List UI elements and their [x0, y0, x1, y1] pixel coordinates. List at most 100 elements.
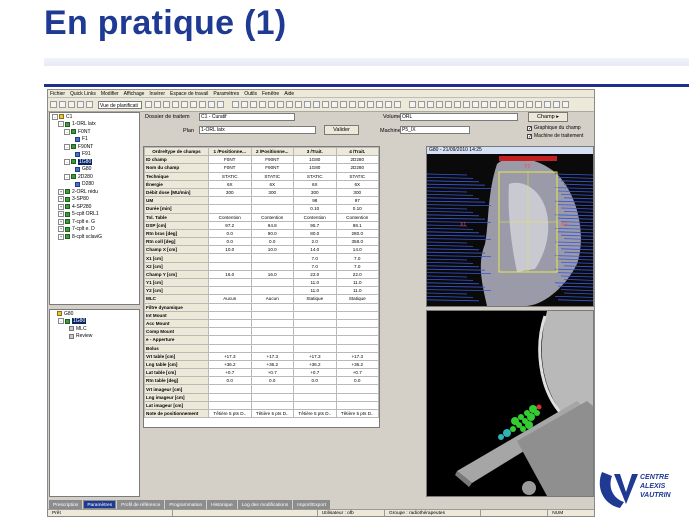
toolbar-tool-icon[interactable]	[481, 101, 488, 108]
column-header[interactable]: 3 /Trait.	[293, 147, 337, 157]
machine-field[interactable]: P5_IX	[400, 126, 470, 134]
table-cell[interactable]: 22.0	[335, 269, 379, 280]
tree-item[interactable]: +2-ORL rédu	[50, 188, 139, 196]
table-cell[interactable]: 0.0	[250, 376, 294, 386]
table-cell[interactable]	[250, 343, 294, 353]
menu-item[interactable]: Fichier	[50, 91, 65, 97]
table-cell[interactable]: 16.0	[208, 269, 252, 280]
open-icon[interactable]	[59, 101, 66, 108]
table-cell[interactable]: 6X	[208, 179, 252, 189]
toolbar-tool-icon[interactable]	[367, 101, 374, 108]
tree-item[interactable]: - C1	[50, 113, 139, 121]
table-cell[interactable]: 7.0	[293, 253, 337, 263]
table-cell[interactable]	[208, 392, 252, 402]
table-cell[interactable]: +36.2	[335, 359, 379, 370]
table-cell[interactable]	[335, 343, 379, 353]
toolbar-tool-icon[interactable]	[445, 101, 452, 108]
table-cell[interactable]: 2D280	[335, 155, 379, 165]
toolbar-tool-icon[interactable]	[535, 101, 542, 108]
toolbar-tool-icon[interactable]	[163, 101, 170, 108]
table-cell[interactable]	[250, 335, 294, 345]
table-cell[interactable]	[208, 277, 252, 288]
table-cell[interactable]: 280.0	[335, 228, 379, 239]
tree-item[interactable]: - F0NT	[50, 128, 139, 136]
column-header[interactable]: Ordre/type de champs	[144, 147, 209, 157]
plan-select[interactable]: 1-ORL latx	[199, 126, 316, 134]
menu-item[interactable]: Fenêtre	[262, 91, 279, 97]
table-cell[interactable]	[250, 277, 294, 288]
table-cell[interactable]: 0.0	[208, 376, 252, 386]
table-cell[interactable]	[208, 327, 252, 337]
table-cell[interactable]: 6X	[335, 179, 379, 189]
table-cell[interactable]: +17.3	[208, 351, 252, 361]
table-cell[interactable]	[335, 302, 379, 312]
toolbar-tool-icon[interactable]	[181, 101, 188, 108]
table-cell[interactable]: Aucun	[250, 294, 294, 304]
table-cell[interactable]	[250, 310, 294, 320]
tree-item[interactable]: +3-SP80	[50, 196, 139, 204]
table-cell[interactable]: 97	[335, 196, 379, 206]
toolbar-tool-icon[interactable]	[454, 101, 461, 108]
toolbar-tool-icon[interactable]	[217, 101, 224, 108]
table-cell[interactable]: 11.0	[293, 286, 337, 296]
toolbar-tool-icon[interactable]	[349, 101, 356, 108]
view-select[interactable]: Vue de planificati	[98, 100, 142, 109]
table-cell[interactable]: 11.0	[293, 277, 337, 288]
volume-field[interactable]: ORL	[400, 113, 518, 121]
table-cell[interactable]: F90NT	[250, 155, 294, 165]
table-cell[interactable]	[208, 318, 252, 329]
table-cell[interactable]: STATIC	[250, 171, 294, 181]
tree-item[interactable]: +7-cplt e. D	[50, 226, 139, 234]
menu-item[interactable]: Espace de travail	[170, 91, 208, 97]
tree-item[interactable]: - 1G80	[50, 318, 139, 326]
menu-item[interactable]: Quick Links	[70, 91, 96, 97]
toolbar-tool-icon[interactable]	[490, 101, 497, 108]
tree-item[interactable]: - 1G80	[50, 158, 139, 166]
table-cell[interactable]	[208, 253, 252, 263]
tree-item[interactable]: F1	[50, 136, 139, 144]
toolbar-tool-icon[interactable]	[331, 101, 338, 108]
tree-item[interactable]: F91	[50, 151, 139, 159]
table-cell[interactable]: Têtière 5 pts D..	[208, 408, 252, 419]
toolbar-tool-icon[interactable]	[463, 101, 470, 108]
table-cell[interactable]: 0.0	[293, 376, 337, 386]
table-cell[interactable]	[208, 196, 252, 206]
table-cell[interactable]: 80.0	[293, 228, 337, 239]
table-cell[interactable]: 98	[293, 196, 337, 206]
table-cell[interactable]: 7.0	[335, 253, 379, 263]
toolbar-tool-icon[interactable]	[154, 101, 161, 108]
toolbar-tool-icon[interactable]	[340, 101, 347, 108]
table-cell[interactable]: 94.8	[250, 220, 294, 230]
table-cell[interactable]: 300	[335, 187, 379, 198]
table-cell[interactable]	[208, 286, 252, 296]
table-cell[interactable]: +0.7	[208, 368, 252, 378]
table-cell[interactable]: 22.0	[293, 269, 337, 280]
table-cell[interactable]	[293, 302, 337, 312]
tab[interactable]: Profil de référence	[117, 500, 165, 509]
expand-icon[interactable]: +	[58, 196, 64, 203]
table-cell[interactable]	[293, 392, 337, 402]
tree-item[interactable]: +4-SP280	[50, 203, 139, 211]
table-cell[interactable]: Statique	[335, 294, 379, 304]
toolbar-tool-icon[interactable]	[322, 101, 329, 108]
table-cell[interactable]: +36.2	[293, 359, 337, 370]
table-cell[interactable]	[293, 400, 337, 411]
table-cell[interactable]	[250, 392, 294, 402]
table-cell[interactable]	[208, 335, 252, 345]
table-cell[interactable]: 0.0	[208, 228, 252, 239]
toolbar-tool-icon[interactable]	[295, 101, 302, 108]
tab[interactable]: Historique	[207, 500, 237, 509]
table-cell[interactable]: +0.7	[293, 368, 337, 378]
tree-item[interactable]: +7-cplt e. G	[50, 218, 139, 226]
table-cell[interactable]: +17.3	[250, 351, 294, 361]
toolbar-tool-icon[interactable]	[304, 101, 311, 108]
table-cell[interactable]: F0NT	[208, 155, 252, 165]
toolbar-tool-icon[interactable]	[508, 101, 515, 108]
table-cell[interactable]: +36.2	[250, 359, 294, 370]
table-cell[interactable]: 1G80	[293, 163, 337, 173]
table-cell[interactable]: 0.0	[250, 237, 294, 247]
table-cell[interactable]: 0.10	[335, 204, 379, 214]
toolbar-tool-icon[interactable]	[376, 101, 383, 108]
table-cell[interactable]	[250, 384, 294, 394]
tree-spacer[interactable]	[70, 137, 74, 142]
